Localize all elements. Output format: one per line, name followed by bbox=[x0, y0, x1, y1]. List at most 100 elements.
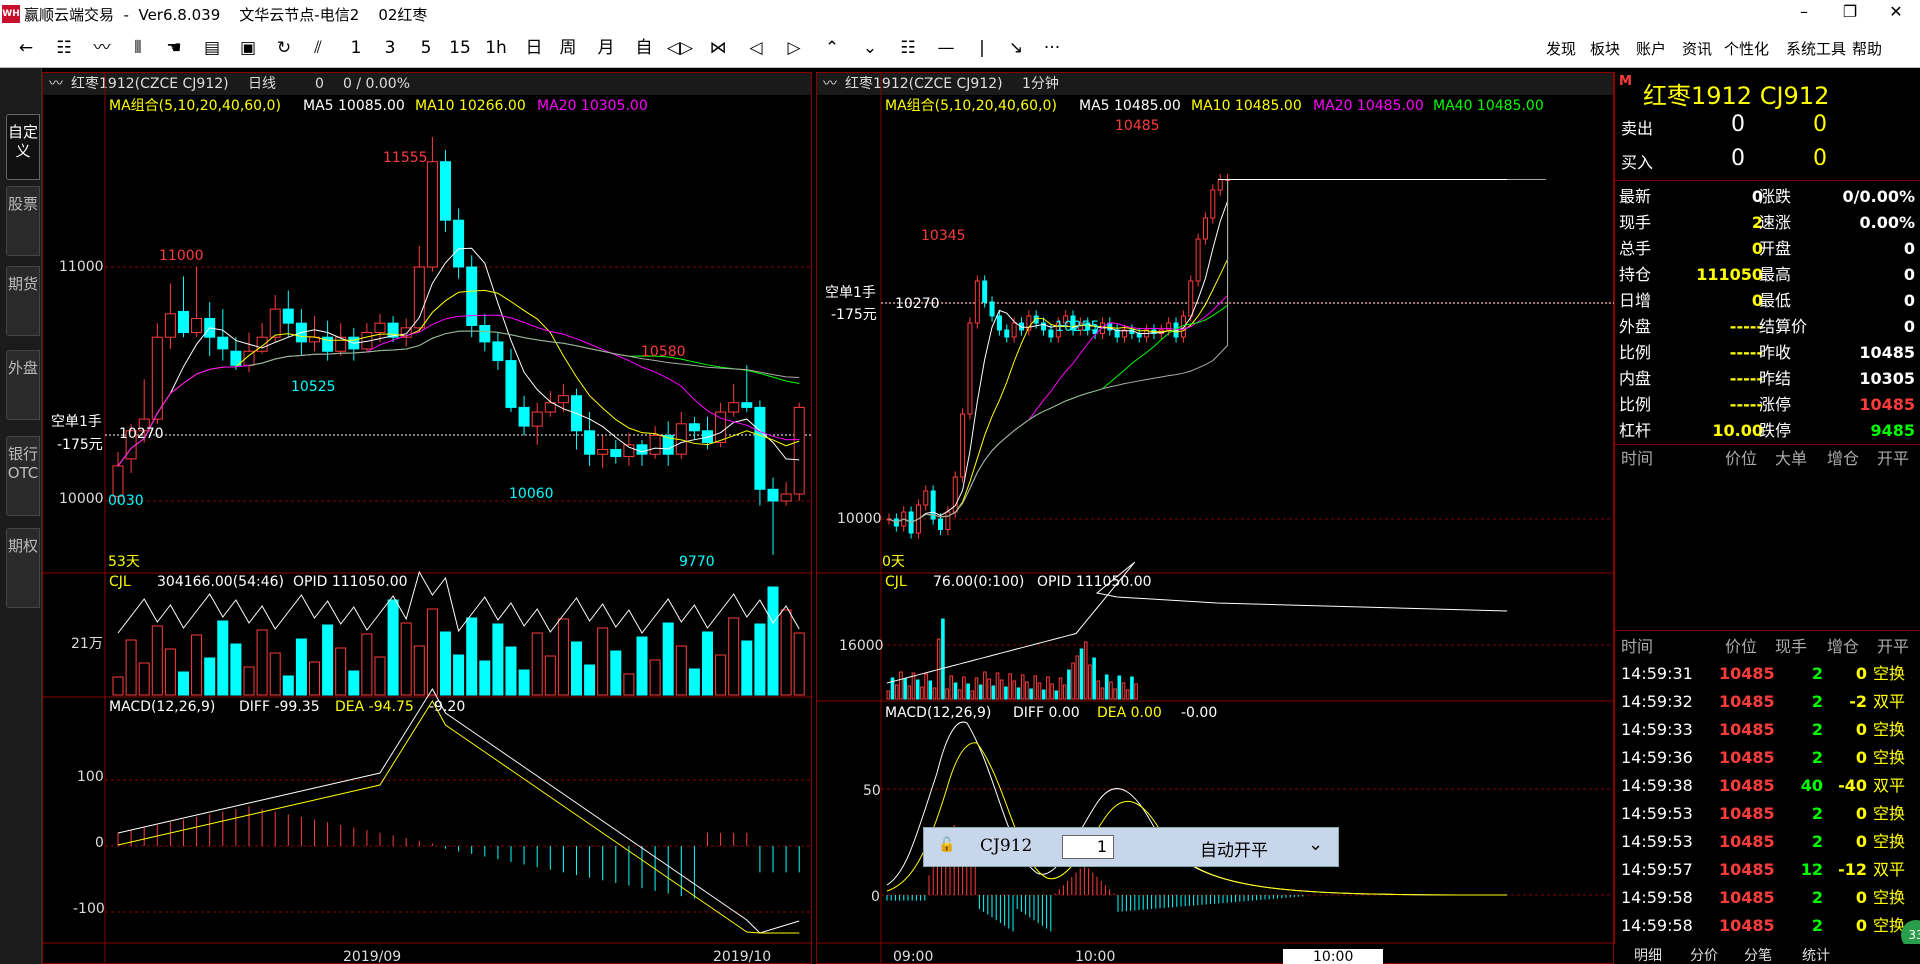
menu-5[interactable]: 系统工具 bbox=[1786, 38, 1846, 59]
menu-4[interactable]: 个性化 bbox=[1724, 38, 1769, 59]
candle bbox=[1195, 238, 1201, 282]
vol-label[interactable]: CJL bbox=[109, 574, 131, 590]
toolbar-button-11[interactable]: 5 bbox=[410, 36, 442, 60]
bottom-tab-2[interactable]: 分笔 bbox=[1744, 945, 1772, 964]
bottom-tab-0[interactable]: 明细 bbox=[1634, 945, 1662, 964]
menu-0[interactable]: 发现 bbox=[1546, 38, 1576, 59]
toolbar-button-27[interactable]: ↘ bbox=[1000, 36, 1032, 60]
toolbar-button-25[interactable]: — bbox=[930, 36, 962, 60]
volume-bar bbox=[941, 618, 945, 700]
macd-label[interactable]: MACD(12,26,9) bbox=[885, 705, 991, 721]
side-tab-3[interactable]: 外盘 bbox=[6, 350, 40, 420]
tick-row: 14:59:32 10485 2 -2 双平 bbox=[1615, 688, 1920, 716]
side-tab-4[interactable]: 银行OTC bbox=[6, 436, 40, 516]
toolbar-button-23[interactable]: ⌄ bbox=[854, 36, 886, 60]
minimize-button[interactable]: – bbox=[1784, 2, 1824, 21]
chevron-down-icon[interactable]: ⌄ bbox=[1308, 834, 1323, 855]
volume-bar bbox=[1117, 675, 1122, 700]
side-tab-2[interactable]: 期货 bbox=[6, 266, 40, 336]
volume-bar bbox=[191, 634, 203, 696]
bigorder-col-1: 价位 bbox=[1725, 449, 1758, 468]
volume-bar bbox=[978, 684, 983, 700]
ma-combo-label[interactable]: MA组合(5,10,20,40,60,0) bbox=[885, 98, 1057, 114]
toolbar-button-26[interactable]: | bbox=[966, 36, 998, 60]
side-tab-0[interactable]: 自定义 bbox=[6, 114, 40, 180]
volume-bar bbox=[970, 690, 975, 700]
vol-label[interactable]: CJL bbox=[885, 574, 907, 590]
toolbar-button-4[interactable]: ☚ bbox=[158, 36, 190, 60]
candle bbox=[960, 413, 966, 478]
quote-row-value-right: 0 bbox=[1903, 291, 1915, 310]
maximize-button[interactable]: ❐ bbox=[1830, 2, 1870, 21]
toolbar-button-28[interactable]: ··· bbox=[1036, 36, 1068, 60]
volume-bar bbox=[204, 657, 216, 696]
tick-price: 10485 bbox=[1719, 860, 1775, 879]
toolbar-button-21[interactable]: ▷ bbox=[778, 36, 810, 60]
menu-6[interactable]: 帮助 bbox=[1852, 38, 1882, 59]
toolbar-button-8[interactable]: ⫽ bbox=[302, 36, 334, 60]
toolbar-button-10[interactable]: 3 bbox=[374, 36, 406, 60]
toolbar-button-17[interactable]: 自 bbox=[628, 36, 660, 60]
toolbar-button-13[interactable]: 1h bbox=[480, 36, 512, 60]
toolbar-button-15[interactable]: 周 bbox=[552, 36, 584, 60]
toolbar-button-1[interactable]: ☷ bbox=[48, 36, 80, 60]
tick-type: 双平 bbox=[1873, 860, 1906, 879]
volume-bar bbox=[1020, 674, 1025, 700]
menu-1[interactable]: 板块 bbox=[1590, 38, 1620, 59]
side-tab-5[interactable]: 期权 bbox=[6, 528, 40, 608]
order-qty-input[interactable]: 1 bbox=[1062, 835, 1114, 859]
toolbar-button-12[interactable]: 15 bbox=[444, 36, 476, 60]
daily-chart-panel[interactable]: 〰 红枣1912(CZCE CJ912) 日线 0 0 / 0.00% MA组合… bbox=[42, 72, 813, 964]
order-mode[interactable]: 自动开平 bbox=[1200, 836, 1268, 861]
quote-row-2: 总手 0 开盘 0 bbox=[1615, 236, 1920, 262]
toolbar-button-20[interactable]: ◁ bbox=[740, 36, 772, 60]
quote-row-value-right: 0 bbox=[1903, 239, 1915, 258]
volume-bar bbox=[322, 624, 334, 696]
candle bbox=[1004, 329, 1010, 338]
candle bbox=[505, 360, 517, 408]
toolbar-button-7[interactable]: ↻ bbox=[268, 36, 300, 60]
quote-row-value-right: 9485 bbox=[1870, 421, 1915, 440]
toolbar-button-2[interactable]: 〰 bbox=[86, 36, 118, 60]
menu-2[interactable]: 账户 bbox=[1636, 38, 1666, 59]
ma-combo-label[interactable]: MA组合(5,10,20,40,60,0) bbox=[109, 98, 281, 114]
bigorder-col-0: 时间 bbox=[1621, 449, 1654, 468]
candle bbox=[938, 518, 944, 530]
annotation-10525: 10525 bbox=[291, 379, 336, 395]
toolbar-button-19[interactable]: ⋈ bbox=[702, 36, 734, 60]
volume-bar bbox=[453, 654, 465, 696]
side-tab-1[interactable]: 股票 bbox=[6, 186, 40, 256]
menu-3[interactable]: 资讯 bbox=[1682, 38, 1712, 59]
bottom-tab-3[interactable]: 统计 bbox=[1802, 945, 1830, 964]
tick-type: 空换 bbox=[1873, 804, 1906, 823]
toolbar-button-5[interactable]: ▤ bbox=[196, 36, 228, 60]
toolbar-button-6[interactable]: ▣ bbox=[232, 36, 264, 60]
toolbar-button-24[interactable]: ☷ bbox=[892, 36, 924, 60]
toolbar-button-3[interactable]: ⫴ bbox=[122, 36, 154, 60]
volume-bar bbox=[544, 655, 556, 696]
lock-icon[interactable]: 🔓 bbox=[938, 837, 955, 853]
macd-ytick-neg100: -100 bbox=[73, 901, 105, 917]
position-price: 10270 bbox=[119, 426, 164, 442]
candle bbox=[688, 423, 700, 432]
macd-label[interactable]: MACD(12,26,9) bbox=[109, 699, 215, 715]
toolbar-button-0[interactable]: ← bbox=[10, 36, 42, 60]
volume-bar bbox=[924, 673, 928, 700]
volume-bar bbox=[1134, 683, 1138, 700]
toolbar-button-14[interactable]: 日 bbox=[518, 36, 550, 60]
tick-time: 14:59:32 bbox=[1621, 692, 1693, 711]
quote-row-label: 内盘 bbox=[1619, 369, 1652, 388]
quote-row-label-right: 昨收 bbox=[1759, 343, 1792, 362]
quote-row-label-right: 速涨 bbox=[1759, 213, 1792, 232]
toolbar-button-18[interactable]: ◁▷ bbox=[664, 36, 696, 60]
toolbar-button-9[interactable]: 1 bbox=[340, 36, 372, 60]
bottom-tab-1[interactable]: 分价 bbox=[1690, 945, 1718, 964]
toolbar-button-22[interactable]: ⌃ bbox=[816, 36, 848, 60]
tick-volume: 2 bbox=[1811, 916, 1823, 935]
volume-bar bbox=[920, 686, 924, 700]
ticks-header: 时间 价位 现手 增仓 开平 bbox=[1615, 634, 1920, 660]
toolbar-button-16[interactable]: 月 bbox=[590, 36, 622, 60]
close-button[interactable]: ✕ bbox=[1876, 2, 1916, 21]
volume-bar bbox=[1071, 662, 1075, 700]
quick-order-bar[interactable]: 🔓 CJ912 1 自动开平 ⌄ bbox=[923, 827, 1339, 867]
